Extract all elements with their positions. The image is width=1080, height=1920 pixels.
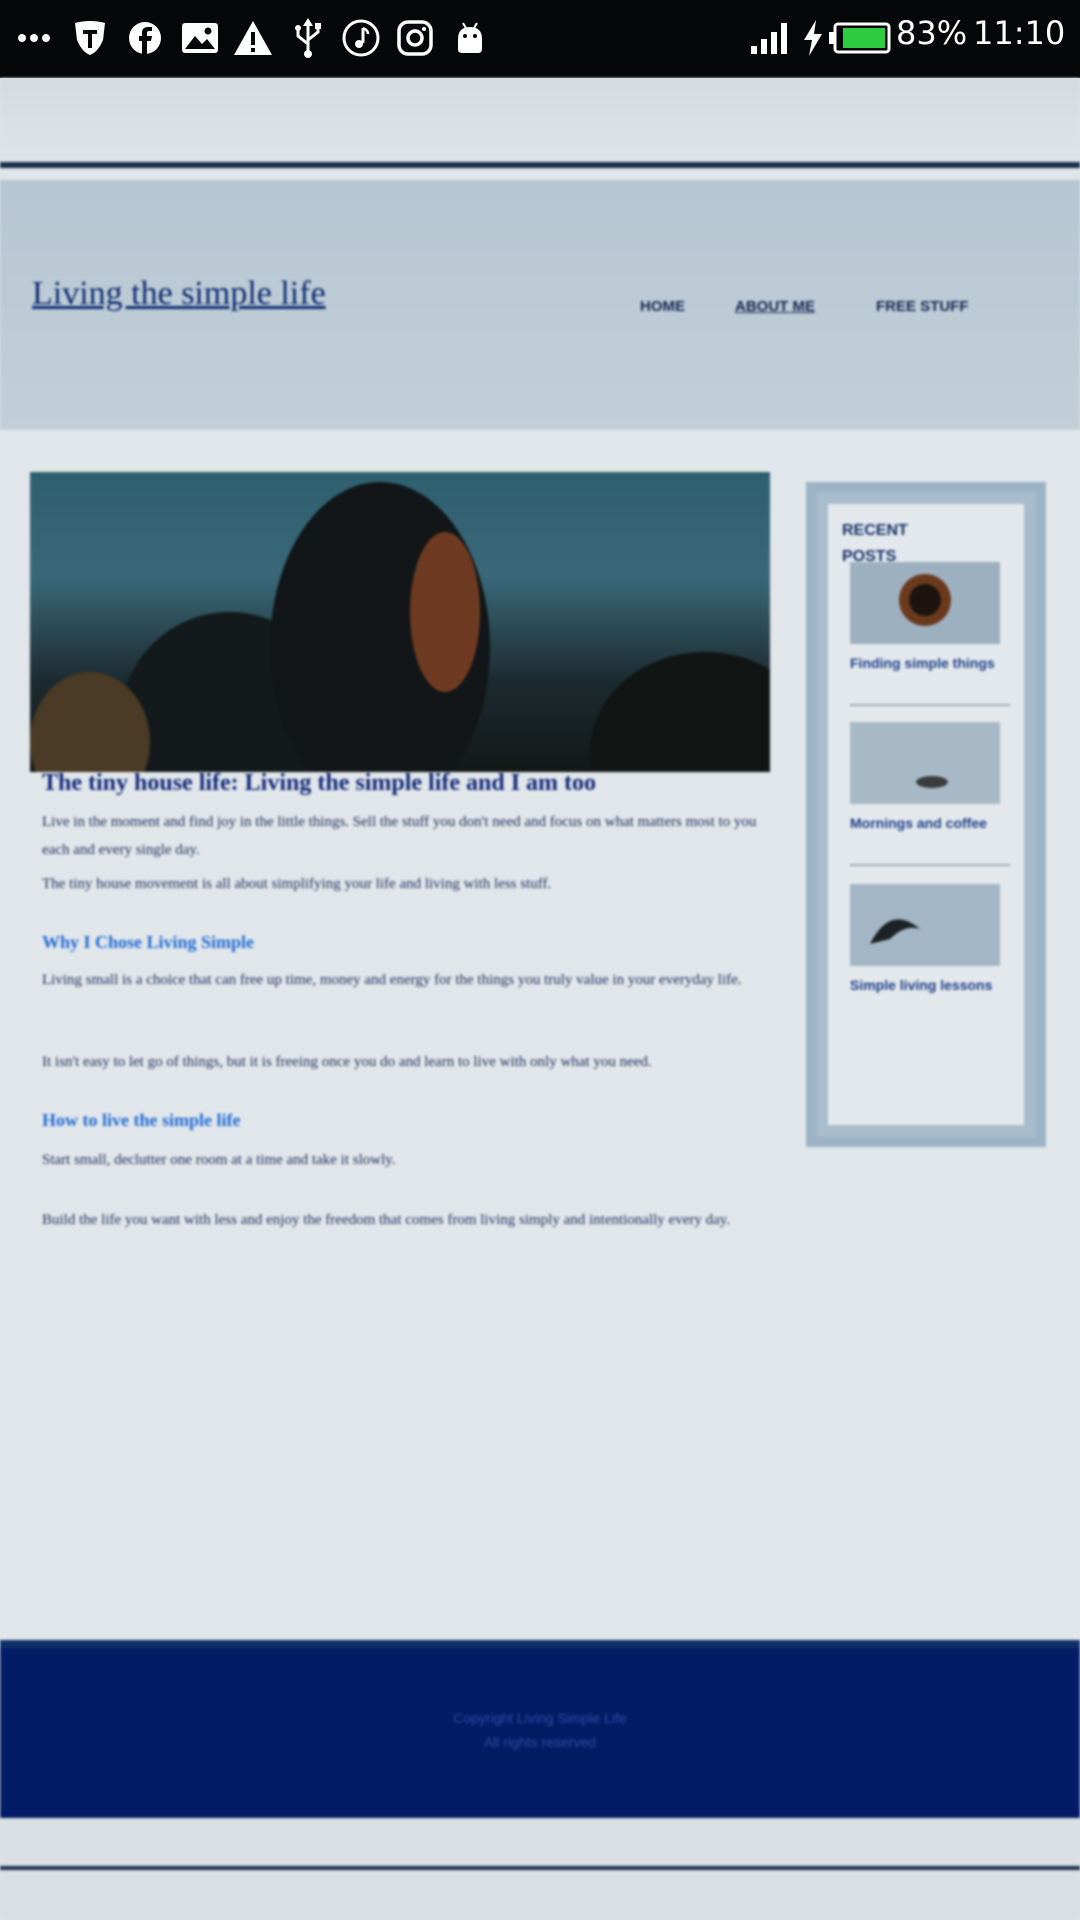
nav-about-me[interactable]: ABOUT ME (735, 298, 815, 315)
usb-icon (288, 16, 328, 60)
footer-copyright: Copyright Living Simple Life (453, 1710, 627, 1726)
post-link[interactable]: Finding simple things (850, 652, 1010, 674)
article-paragraph: Build the life you want with less and en… (42, 1212, 731, 1228)
footer-divider (0, 1640, 1080, 1648)
status-bar: 83% 11:10 (0, 0, 1080, 78)
nav-free-stuff[interactable]: FREE STUFF (876, 298, 969, 315)
post-thumbnail[interactable] (850, 562, 1000, 644)
footer-rights: All rights reserved (483, 1734, 597, 1750)
main-content: The tiny house life: Living the simple l… (0, 430, 1080, 1648)
top-band (0, 78, 1080, 168)
charging-bolt-icon (800, 16, 826, 60)
post-link[interactable]: Mornings and coffee (850, 812, 1010, 834)
top-divider (0, 162, 1080, 168)
signal-icon (748, 16, 794, 60)
music-icon (341, 16, 381, 60)
post-link[interactable]: Simple living lessons (850, 974, 1010, 996)
sidebar: RECENT POSTS Finding simple things Morni… (806, 482, 1046, 1147)
clock: 11:10 (973, 14, 1066, 52)
post-thumbnail[interactable] (850, 884, 1000, 966)
more-dots-icon (14, 16, 54, 60)
instagram-icon (395, 16, 435, 60)
site-header: Living the simple life HOME ABOUT ME FRE… (0, 180, 1080, 430)
site-footer: Copyright Living Simple Life All rights … (0, 1648, 1080, 1818)
nav-home[interactable]: HOME (640, 298, 685, 315)
image-icon (180, 16, 220, 60)
android-icon (450, 16, 490, 60)
post-thumbnail[interactable] (850, 722, 1000, 804)
article-paragraph: Living small is a choice that can free u… (42, 972, 742, 988)
sidebar-divider (850, 864, 1010, 866)
warning-icon (233, 16, 273, 60)
bottom-divider (0, 1866, 1080, 1870)
hero-image (30, 472, 770, 772)
battery-percent: 83% (896, 14, 968, 52)
article-paragraph: Start small, declutter one room at a tim… (42, 1152, 396, 1168)
article-paragraph: It isn't easy to let go of things, but i… (42, 1054, 652, 1070)
article-paragraph: The tiny house movement is all about sim… (42, 876, 552, 892)
site-title[interactable]: Living the simple life (32, 275, 326, 313)
browser-page: Living the simple life HOME ABOUT ME FRE… (0, 78, 1080, 1920)
sidebar-panel: RECENT POSTS Finding simple things Morni… (828, 504, 1024, 1125)
article-paragraph: Live in the moment and find joy in the l… (42, 814, 757, 858)
sidebar-divider (850, 704, 1010, 706)
article-subheading[interactable]: How to live the simple life (42, 1110, 240, 1131)
article-subheading[interactable]: Why I Chose Living Simple (42, 932, 254, 953)
article-title: The tiny house life: Living the simple l… (42, 770, 597, 796)
battery-icon (828, 16, 892, 60)
shield-icon (70, 16, 110, 60)
facebook-icon (125, 16, 165, 60)
